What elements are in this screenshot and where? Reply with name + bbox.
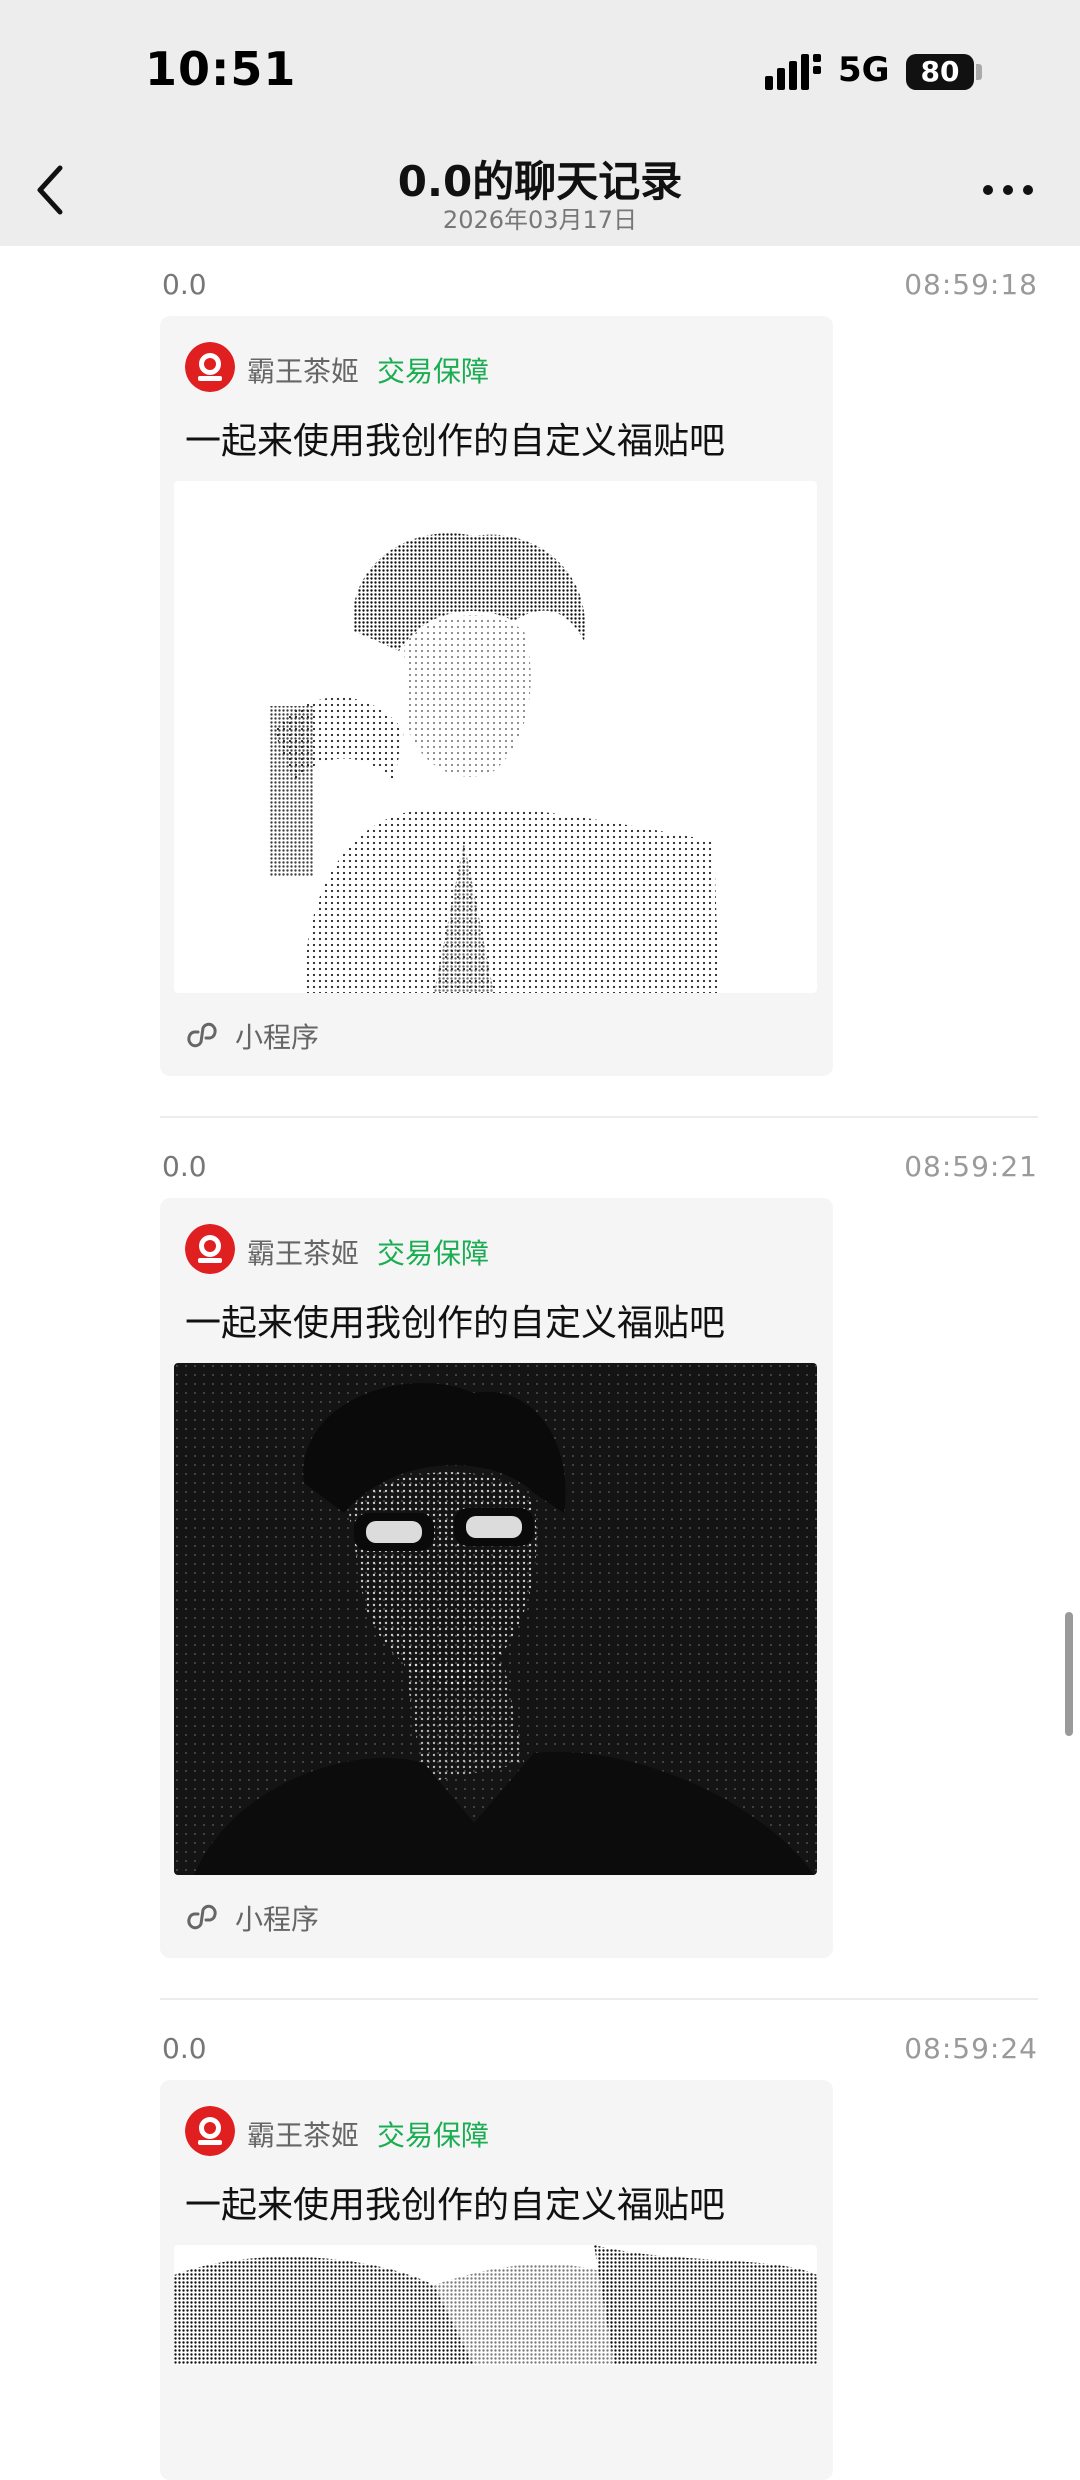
mini-program-card[interactable]: 霸王茶姬 交易保障 一起来使用我创作的自定义福贴吧	[160, 1198, 833, 1958]
signal-strength-icon	[765, 54, 821, 90]
stipple-portrait-image	[174, 1363, 817, 1875]
battery-cap	[976, 64, 982, 80]
app-name: 霸王茶姬	[247, 1237, 360, 1270]
app-name: 霸王茶姬	[247, 355, 360, 388]
card-title: 一起来使用我创作的自定义福贴吧	[185, 1303, 726, 1344]
card-thumbnail-image	[174, 481, 817, 993]
scrollbar-thumb[interactable]	[1065, 1612, 1073, 1736]
top-bar: 10:51 5G 80 0.0的聊天记录 2026年03月17日	[0, 0, 1080, 246]
message-time: 08:59:24	[904, 2032, 1038, 2065]
mini-program-label: 小程序	[235, 1021, 320, 1054]
sender-name: 0.0	[162, 2032, 207, 2065]
card-title: 一起来使用我创作的自定义福贴吧	[185, 421, 726, 462]
mini-program-card[interactable]: 霸王茶姬 交易保障 一起来使用我创作的自定义福贴吧	[160, 316, 833, 1076]
more-options-button[interactable]	[980, 170, 1036, 210]
trade-guarantee-label: 交易保障	[377, 1237, 490, 1270]
bawang-chaji-logo-icon	[185, 342, 235, 392]
message-time: 08:59:18	[904, 268, 1038, 301]
trade-guarantee-label: 交易保障	[377, 355, 490, 388]
page-subtitle-date: 2026年03月17日	[442, 206, 638, 234]
mini-program-icon	[187, 1904, 217, 1930]
battery-indicator: 80	[906, 54, 974, 90]
network-type: 5G	[838, 50, 890, 90]
trade-guarantee-label: 交易保障	[377, 2119, 490, 2152]
mini-program-label: 小程序	[235, 1903, 320, 1936]
bawang-chaji-logo-icon	[185, 1224, 235, 1274]
message-time: 08:59:21	[904, 1150, 1038, 1183]
sender-name: 0.0	[162, 1150, 207, 1183]
bawang-chaji-logo-icon	[185, 2106, 235, 2156]
stipple-portrait-image	[269, 533, 719, 993]
status-time: 10:51	[145, 42, 297, 96]
message-divider	[160, 1998, 1038, 2000]
card-thumbnail-image	[174, 2245, 817, 2365]
card-title: 一起来使用我创作的自定义福贴吧	[185, 2185, 726, 2226]
mini-program-icon	[187, 1022, 217, 1048]
sender-name: 0.0	[162, 268, 207, 301]
stipple-portrait-image	[174, 2245, 817, 2365]
card-thumbnail-image	[174, 1363, 817, 1875]
app-name: 霸王茶姬	[247, 2119, 360, 2152]
message-divider	[160, 1116, 1038, 1118]
mini-program-card[interactable]: 霸王茶姬 交易保障 一起来使用我创作的自定义福贴吧	[160, 2080, 833, 2480]
